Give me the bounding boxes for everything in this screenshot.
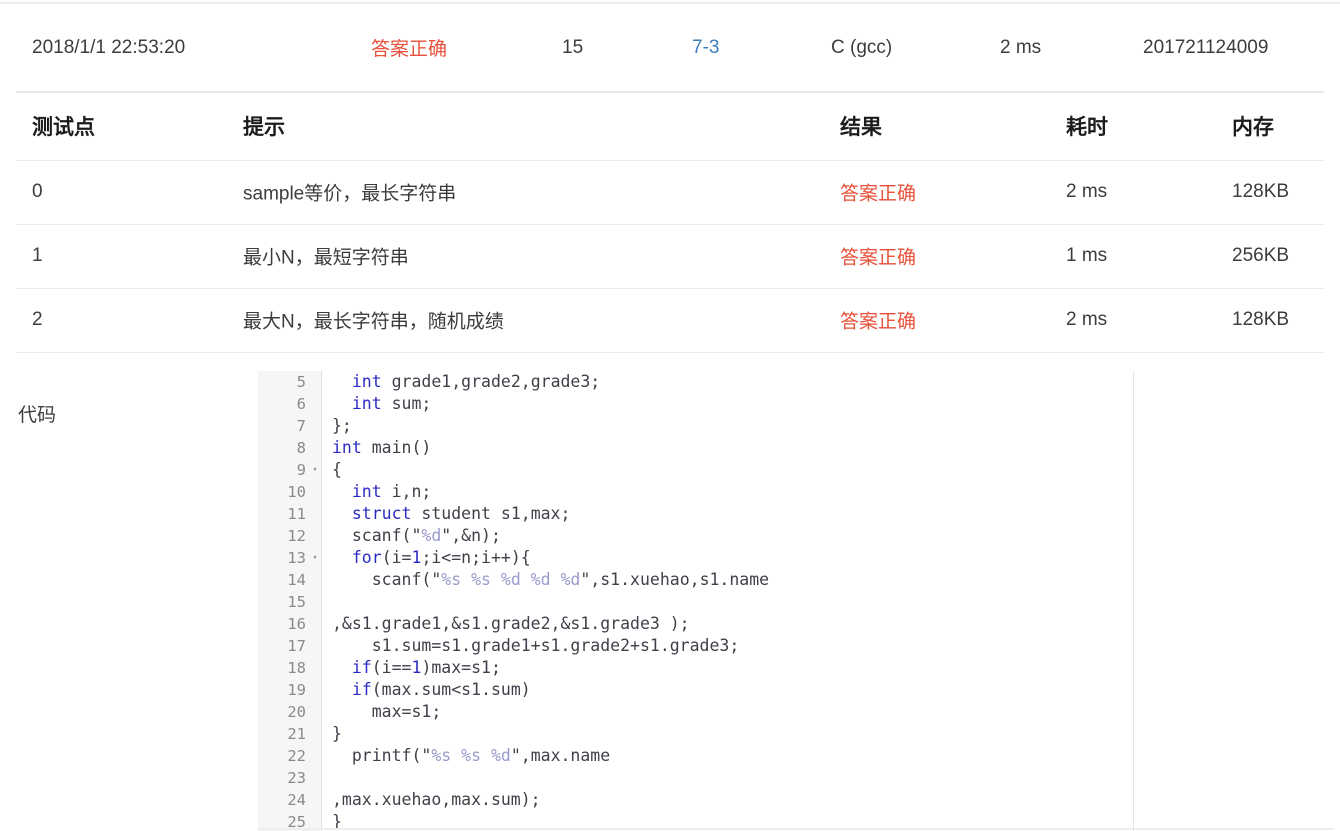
line-number: 19	[287, 681, 306, 699]
code-line: 20 max=s1;	[258, 701, 1133, 723]
code-text: s1.sum=s1.grade1+s1.grade2+s1.grade3;	[332, 636, 740, 655]
submission-score: 15	[562, 36, 584, 58]
code-line: 9 ▾ {	[258, 459, 1133, 481]
header-testpoint: 测试点	[32, 115, 95, 139]
cell-result: 答案正确	[840, 247, 917, 269]
line-number: 16	[287, 615, 306, 633]
code-text: max=s1;	[332, 702, 442, 721]
submission-result: 答案正确	[371, 39, 448, 60]
code-line: 21}	[258, 723, 1133, 745]
code-text: int i,n;	[351, 482, 432, 501]
line-number: 5	[296, 373, 306, 391]
header-memory: 内存	[1232, 115, 1274, 139]
code-text: }	[332, 724, 342, 743]
cell-result: 答案正确	[840, 311, 917, 333]
code-text: scanf("%d",&n);	[332, 526, 501, 545]
header-hint: 提示	[243, 115, 285, 139]
code-line: 16 ,&s1.grade1,&s1.grade2,&s1.grade3 );	[258, 613, 1133, 635]
cell-memory: 256KB	[1232, 245, 1290, 266]
code-text: struct student s1,max;	[351, 504, 571, 523]
code-line: 18 if(i==1)max=s1;	[258, 657, 1133, 679]
line-number: 20	[287, 703, 306, 721]
code-lines[interactable]: 5 int grade1,grade2,grade3; 6 int sum; 7};…	[258, 371, 1133, 831]
line-number: 7	[296, 417, 306, 435]
cell-time: 1 ms	[1066, 245, 1108, 266]
line-number: 8	[296, 439, 306, 457]
cell-hint: 最小N，最短字符串	[243, 247, 409, 269]
line-number: 12	[287, 527, 306, 545]
code-text: ,max.xuehao,max.sum);	[332, 790, 541, 809]
code-line: 8 int main()	[258, 437, 1133, 459]
code-section-label: 代码	[18, 405, 57, 426]
line-number: 9	[296, 461, 306, 479]
line-number: 6	[296, 395, 306, 413]
line-number: 22	[287, 747, 306, 765]
bottom-divider	[258, 828, 1334, 830]
cell-memory: 128KB	[1232, 181, 1290, 202]
code-text: if(max.sum<s1.sum)	[351, 680, 531, 699]
code-line: 17 s1.sum=s1.grade1+s1.grade2+s1.grade3;	[258, 635, 1133, 657]
code-line: 6 int sum;	[258, 393, 1133, 415]
code-line: 12 scanf("%d",&n);	[258, 525, 1133, 547]
code-line: 13 ▾ for(i=1;i<=n;i++){	[258, 547, 1133, 569]
fold-toggle-icon[interactable]: ▾	[310, 547, 320, 569]
code-line: 23	[258, 767, 1133, 789]
cell-memory: 128KB	[1232, 309, 1290, 330]
code-text: ,&s1.grade1,&s1.grade2,&s1.grade3 );	[332, 614, 690, 633]
line-number: 24	[287, 791, 306, 809]
cell-testpoint: 2	[32, 309, 43, 330]
line-number: 15	[287, 593, 306, 611]
table-row: 2 最大N，最长字符串，随机成绩 答案正确 2 ms 128KB	[0, 288, 1340, 352]
submission-time: 2018/1/1 22:53:20	[32, 36, 186, 58]
code-line: 24 ,max.xuehao,max.sum);	[258, 789, 1133, 811]
submission-detail-page: 2018/1/1 22:53:20 答案正确 15 7-3 C (gcc) 2 …	[0, 0, 1340, 831]
line-number: 11	[287, 505, 306, 523]
code-text: for(i=1;i<=n;i++){	[351, 548, 531, 567]
cell-hint: sample等价，最长字符串	[243, 183, 457, 205]
testpoint-table: 测试点 提示 结果 耗时 内存 0 sample等价，最长字符串 答案正确 2 …	[0, 91, 1340, 353]
code-line: 14 scanf("%s %s %d %d %d",s1.xuehao,s1.n…	[258, 569, 1133, 591]
cell-time: 2 ms	[1066, 309, 1108, 330]
code-line: 7};	[258, 415, 1133, 437]
code-text: scanf("%s %s %d %d %d",s1.xuehao,s1.name	[332, 570, 770, 589]
header-time: 耗时	[1066, 115, 1108, 139]
submission-elapsed: 2 ms	[1000, 36, 1042, 58]
line-number: 18	[287, 659, 306, 677]
submission-user-id: 201721124009	[1143, 36, 1269, 58]
cell-testpoint: 0	[32, 181, 43, 202]
line-number: 21	[287, 725, 306, 743]
cell-time: 2 ms	[1066, 181, 1108, 202]
code-text: int grade1,grade2,grade3;	[351, 372, 601, 391]
fold-toggle-icon[interactable]: ▾	[310, 459, 320, 481]
submission-language: C (gcc)	[831, 36, 893, 58]
table-row: 1 最小N，最短字符串 答案正确 1 ms 256KB	[0, 224, 1340, 288]
code-text: };	[332, 416, 352, 435]
row-divider	[16, 352, 1324, 353]
code-line: 10 int i,n;	[258, 481, 1133, 503]
code-text: if(i==1)max=s1;	[351, 658, 501, 677]
header-result: 结果	[840, 115, 882, 139]
code-editor[interactable]: 5 int grade1,grade2,grade3; 6 int sum; 7};…	[258, 371, 1134, 831]
code-line: 22 printf("%s %s %d",max.name	[258, 745, 1133, 767]
code-text: int sum;	[351, 394, 432, 413]
code-line: 11 struct student s1,max;	[258, 503, 1133, 525]
cell-testpoint: 1	[32, 245, 43, 266]
code-text: int main()	[332, 438, 432, 457]
line-number: 10	[287, 483, 306, 501]
table-row: 0 sample等价，最长字符串 答案正确 2 ms 128KB	[0, 160, 1340, 224]
line-number: 14	[287, 571, 306, 589]
code-line: 5 int grade1,grade2,grade3;	[258, 371, 1133, 393]
code-text: {	[332, 460, 342, 479]
testpoint-table-header: 测试点 提示 结果 耗时 内存	[0, 91, 1340, 160]
code-line: 19 if(max.sum<s1.sum)	[258, 679, 1133, 701]
problem-link[interactable]: 7-3	[692, 37, 719, 59]
code-text: printf("%s %s %d",max.name	[332, 746, 611, 765]
line-number: 17	[287, 637, 306, 655]
cell-result: 答案正确	[840, 183, 917, 205]
cell-hint: 最大N，最长字符串，随机成绩	[243, 311, 504, 333]
code-line: 15	[258, 591, 1133, 613]
line-number: 23	[287, 769, 306, 787]
submission-summary-row: 2018/1/1 22:53:20 答案正确 15 7-3 C (gcc) 2 …	[0, 4, 1340, 91]
line-number: 13	[287, 549, 306, 567]
